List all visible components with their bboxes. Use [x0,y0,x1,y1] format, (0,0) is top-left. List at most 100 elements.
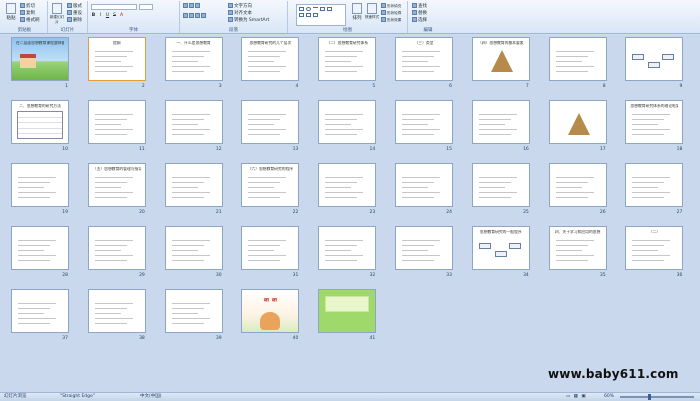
arrange-button[interactable]: 排列 [350,3,364,25]
arrow-shape-icon[interactable] [320,7,325,11]
zoom-slider[interactable] [620,396,694,398]
triangle-shape-icon[interactable] [299,13,304,17]
shapes-gallery[interactable] [296,4,346,26]
text-line [94,245,127,246]
slide-title: （三）类型 [414,41,434,45]
slide-thumbnail[interactable] [395,226,453,270]
clipboard-group: 粘贴 剪切 复制 格式刷 剪贴板 [2,1,48,33]
star-shape-icon[interactable] [306,13,311,17]
bullets-icon [183,3,188,8]
text-line [478,182,511,183]
slide-number: 40 [292,336,299,341]
slide-thumbnail[interactable] [548,37,607,81]
align-buttons[interactable] [183,13,207,19]
slide-thumbnail[interactable] [164,100,223,144]
slide-thumbnail[interactable]: 谢 谢 [241,289,300,333]
slide-thumbnail[interactable] [87,100,146,144]
bold-button[interactable]: B [91,13,96,18]
slide-thumbnail[interactable] [241,100,300,144]
slide-thumbnail[interactable] [87,289,146,333]
reset-button[interactable]: 重设 [67,10,82,16]
slide-thumbnail[interactable] [318,226,377,270]
paste-button[interactable]: 粘贴 [4,3,18,25]
quick-styles-button[interactable]: 快速样式 [364,3,380,25]
slide-thumbnail[interactable]: 提纲 [87,37,146,81]
zoom-level[interactable]: 60% [604,393,614,401]
rectangle-shape-icon[interactable] [299,7,304,11]
slide-thumbnail[interactable] [625,163,684,207]
slide-thumbnail[interactable] [471,163,530,207]
slide-thumbnail[interactable] [11,289,69,333]
slide-thumbnail[interactable] [241,226,300,270]
slide-thumbnail[interactable]: （二）思想教育研究体系 [318,37,377,81]
text-line [632,260,665,261]
shape-fill-button[interactable]: 形状填充 [381,3,401,9]
slide-thumbnail[interactable]: （六）思想教育研究的程序 [241,163,300,207]
slide-thumbnail[interactable] [318,163,377,207]
oval-shape-icon[interactable] [306,7,311,11]
slide-thumbnail[interactable] [395,100,453,144]
text-line [402,66,440,67]
slide-number: 1 [65,84,68,89]
text-line [402,124,428,125]
slide-thumbnail[interactable] [318,100,377,144]
slide-thumbnail[interactable]: 二、思想教育的研究方法 [11,100,69,144]
shape-outline-button[interactable]: 形状轮廓 [381,10,401,16]
strikethrough-button[interactable]: S [112,13,117,18]
text-line [18,255,56,256]
slide-thumbnail[interactable] [87,226,146,270]
callout-shape-icon[interactable] [313,13,318,17]
slide-thumbnail[interactable] [11,163,69,207]
font-size-box[interactable] [139,4,153,10]
text-line [402,177,440,178]
layout-button[interactable]: 版式 [67,3,82,9]
text-line [632,114,671,115]
italic-button[interactable]: I [98,13,103,18]
cut-button[interactable]: 剪切 [20,3,35,9]
slide-thumbnail[interactable] [164,226,223,270]
bullets-button[interactable] [183,3,201,9]
slide-thumbnail[interactable] [164,163,223,207]
text-line [555,66,594,67]
slide-thumbnail[interactable] [548,163,607,207]
new-slide-button[interactable]: 新建幻灯片 [49,3,65,25]
slide-thumbnail[interactable] [318,289,377,333]
slide-thumbnail[interactable]: 思想教育研究的几个层次 [241,37,300,81]
slide-thumbnail[interactable] [395,163,453,207]
font-name-box[interactable] [91,4,137,10]
slide-thumbnail[interactable] [471,100,530,144]
line-shape-icon[interactable] [313,7,318,11]
slide-thumbnail[interactable]: 一、什么是思想教育 [164,37,223,81]
slide-thumbnail[interactable]: 思想教育研究的一般程序 [471,226,530,270]
slide-thumbnail[interactable] [11,226,69,270]
align-text-button[interactable]: 对齐文本 [228,10,252,16]
zoom-slider-knob[interactable] [648,394,651,400]
slide-thumbnail[interactable] [548,100,607,144]
copy-button[interactable]: 复制 [20,10,35,16]
select-icon [412,17,417,22]
slide-number: 19 [62,210,68,215]
select-button[interactable]: 选择 [412,17,427,23]
smartart-button[interactable]: 转换为 SmartArt [228,17,269,23]
font-color-button[interactable]: A [119,13,124,18]
format-painter-button[interactable]: 格式刷 [20,17,40,23]
slide-thumbnail[interactable]: （五）思想教育的管理与指导 [87,163,146,207]
textbox-shape-icon[interactable] [327,7,332,11]
replace-button[interactable]: 替换 [412,10,427,16]
slide-thumbnail[interactable]: （二） [625,226,684,270]
text-direction-button[interactable]: 文字方向 [228,3,252,9]
slide-thumbnail[interactable]: 在二层面思想教育课程整体备课 [11,37,69,81]
slide-thumbnail[interactable] [625,37,684,81]
slide-thumbnail[interactable]: （四）思想教育的基本要素 [471,37,530,81]
shape-effects-button[interactable]: 形状效果 [381,17,401,23]
delete-button[interactable]: 删除 [67,17,82,23]
language-indicator[interactable]: 中文(中国) [140,393,162,401]
slide-number: 39 [215,336,222,341]
slide-thumbnail[interactable] [164,289,223,333]
slide-thumbnail[interactable]: 思想教育研究体系的理论框架 [625,100,684,144]
view-buttons[interactable]: ▭ ▦ ▣ [566,393,587,401]
underline-button[interactable]: U [105,13,110,18]
find-button[interactable]: 查找 [412,3,427,9]
slide-thumbnail[interactable]: （三）类型 [395,37,453,81]
slide-thumbnail[interactable]: 四、关于学习和应用的思想 [548,226,607,270]
